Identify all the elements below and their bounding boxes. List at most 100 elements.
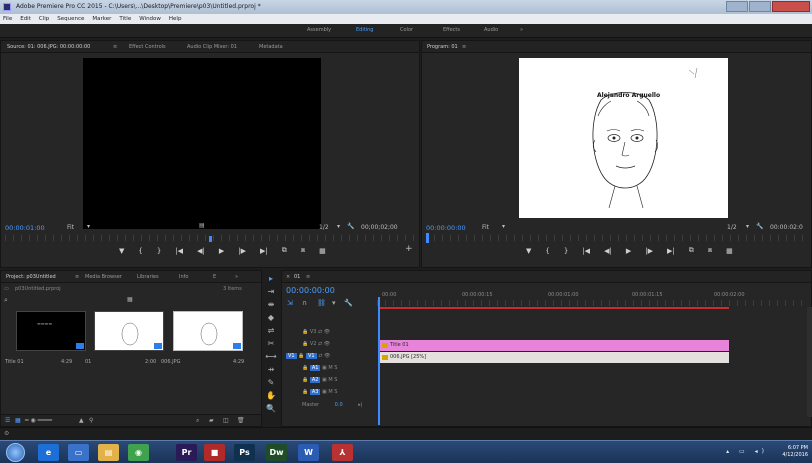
- track-header-a1[interactable]: 🔒 A1 ▣ M S: [302, 365, 337, 371]
- lift-icon[interactable]: ⧉: [689, 246, 694, 255]
- dreamweaver-icon[interactable]: Dw: [266, 444, 287, 461]
- workspace-more-icon[interactable]: »: [520, 27, 523, 33]
- app-red-icon[interactable]: ■: [204, 444, 225, 461]
- export-frame-icon[interactable]: ▤: [199, 222, 205, 229]
- program-playhead[interactable]: [426, 233, 429, 243]
- delete-icon[interactable]: 🗑: [237, 417, 245, 424]
- ripple-edit-tool-icon[interactable]: ⇼: [264, 300, 278, 313]
- premiere-icon[interactable]: Pr: [176, 444, 197, 461]
- ie-icon[interactable]: e: [38, 444, 59, 461]
- bin-icon[interactable]: ▦: [127, 296, 133, 303]
- tab-project[interactable]: Project: p03Untitled: [6, 274, 56, 280]
- chevron-down-icon[interactable]: ▾: [87, 223, 90, 230]
- panel-menu-icon[interactable]: ≡: [75, 274, 79, 280]
- razor-tool-icon[interactable]: ✂: [264, 339, 278, 352]
- tab-sequence[interactable]: 01: [294, 274, 300, 280]
- word-icon[interactable]: W: [298, 444, 319, 461]
- zoom-tool-icon[interactable]: 🔍: [264, 404, 278, 417]
- track-header-v2[interactable]: 🔒 V2 ⇄ 👁: [302, 341, 330, 347]
- maximize-button[interactable]: [749, 1, 771, 12]
- extract-icon[interactable]: ⧈: [708, 246, 712, 255]
- sort-icon[interactable]: ▲: [79, 417, 84, 424]
- play-icon[interactable]: ▶: [626, 247, 631, 255]
- overwrite-icon[interactable]: ⧈: [301, 246, 305, 255]
- source-fit-dropdown[interactable]: Fit: [67, 224, 74, 231]
- photoshop-icon[interactable]: Ps: [234, 444, 255, 461]
- panel-menu-icon[interactable]: ≡: [462, 44, 466, 50]
- snap-icon[interactable]: ∩: [302, 299, 307, 307]
- go-to-out-icon[interactable]: ▶|: [260, 247, 268, 255]
- project-item-name[interactable]: Title 01: [5, 359, 24, 365]
- tab-effect-controls[interactable]: Effect Controls: [129, 44, 166, 50]
- menu-marker[interactable]: Marker: [92, 14, 111, 24]
- source-resolution-dropdown[interactable]: 1/2: [319, 224, 329, 231]
- timeline-ruler[interactable]: [377, 300, 807, 306]
- workspace-audio[interactable]: Audio: [484, 27, 498, 33]
- export-frame-icon[interactable]: ▦: [319, 247, 326, 255]
- clock[interactable]: 6:07 PM 4/12/2016: [782, 445, 808, 459]
- work-area-bar[interactable]: [379, 307, 729, 309]
- tab-program[interactable]: Program: 01: [427, 44, 458, 50]
- tab-audio-clip-mixer[interactable]: Audio Clip Mixer: 01: [187, 44, 237, 50]
- wrench-icon[interactable]: 🔧: [347, 223, 354, 230]
- mark-out-icon[interactable]: }: [157, 247, 161, 255]
- program-timecode[interactable]: 00:00:00:00: [426, 224, 466, 232]
- nest-toggle-icon[interactable]: ⇲: [287, 299, 293, 307]
- add-marker-icon[interactable]: ▾: [332, 299, 336, 307]
- find-icon[interactable]: ⌕: [196, 417, 199, 425]
- add-marker-icon[interactable]: ▼: [119, 247, 124, 255]
- go-to-out-icon[interactable]: ▶|: [667, 247, 675, 255]
- workspace-assembly[interactable]: Assembly: [307, 27, 331, 33]
- chevron-down-icon[interactable]: ▾: [502, 223, 505, 230]
- project-item-image-thumb[interactable]: [173, 311, 243, 351]
- tab-effects[interactable]: E: [213, 274, 216, 280]
- track-header-v1[interactable]: V1 🔒 V1 ⇄ 👁: [286, 353, 330, 359]
- menu-title[interactable]: Title: [119, 14, 131, 24]
- chrome-icon[interactable]: ◉: [128, 444, 149, 461]
- wrench-icon[interactable]: 🔧: [756, 223, 763, 230]
- rate-stretch-tool-icon[interactable]: ⇌: [264, 326, 278, 339]
- menu-file[interactable]: File: [3, 14, 12, 24]
- close-tab-icon[interactable]: ≡: [113, 44, 117, 50]
- project-item-sequence-thumb[interactable]: [94, 311, 164, 351]
- new-bin-icon[interactable]: ▰: [209, 417, 214, 424]
- explorer-icon[interactable]: ▭: [68, 444, 89, 461]
- program-time-ruler[interactable]: [426, 235, 810, 241]
- close-button[interactable]: [772, 1, 810, 12]
- settings-wrench-icon[interactable]: 🔧: [344, 299, 353, 307]
- step-forward-icon[interactable]: |▶: [238, 247, 246, 255]
- program-fit-dropdown[interactable]: Fit: [482, 224, 489, 231]
- zoom-slider[interactable]: ━ ◉ ━━━━: [25, 417, 52, 424]
- project-item-name[interactable]: 01: [85, 359, 91, 365]
- mark-in-icon[interactable]: {: [545, 247, 549, 255]
- add-marker-icon[interactable]: ▼: [526, 247, 531, 255]
- tab-libraries[interactable]: Libraries: [137, 274, 159, 280]
- track-header-a3[interactable]: 🔒 A3 ▣ M S: [302, 389, 337, 395]
- go-to-in-icon[interactable]: |◀: [582, 247, 590, 255]
- folder-icon[interactable]: ▤: [98, 444, 119, 461]
- project-item-title-thumb[interactable]: ▬▬▬▬: [16, 311, 86, 351]
- system-tray-icons[interactable]: ▴ ▭ ◂): [726, 448, 768, 455]
- source-playhead[interactable]: [209, 236, 212, 242]
- slip-tool-icon[interactable]: ⟷: [264, 352, 278, 365]
- menu-help[interactable]: Help: [169, 14, 182, 24]
- track-header-v3[interactable]: 🔒 V3 ⇄ 👁: [302, 329, 330, 335]
- more-tabs-icon[interactable]: »: [235, 274, 238, 280]
- insert-icon[interactable]: ⧉: [282, 246, 287, 255]
- step-forward-icon[interactable]: |▶: [645, 247, 653, 255]
- tab-metadata[interactable]: Metadata: [259, 44, 283, 50]
- program-viewer[interactable]: Alejandro Arguello: [519, 58, 728, 218]
- track-select-tool-icon[interactable]: ⇥: [264, 287, 278, 300]
- pen-tool-icon[interactable]: ✎: [264, 378, 278, 391]
- program-resolution-dropdown[interactable]: 1/2: [727, 224, 737, 231]
- minimize-button[interactable]: [726, 1, 748, 12]
- chevron-down-icon[interactable]: ▾: [337, 223, 340, 230]
- linked-selection-icon[interactable]: ⛓: [317, 299, 326, 307]
- play-icon[interactable]: ▶: [219, 247, 224, 255]
- search-icon[interactable]: ⌕: [4, 296, 8, 305]
- workspace-editing[interactable]: Editing: [356, 27, 373, 33]
- step-back-icon[interactable]: ◀|: [604, 247, 612, 255]
- hand-tool-icon[interactable]: ✋: [264, 391, 278, 404]
- list-view-icon[interactable]: ☰: [5, 417, 10, 424]
- rolling-edit-tool-icon[interactable]: ◆: [264, 313, 278, 326]
